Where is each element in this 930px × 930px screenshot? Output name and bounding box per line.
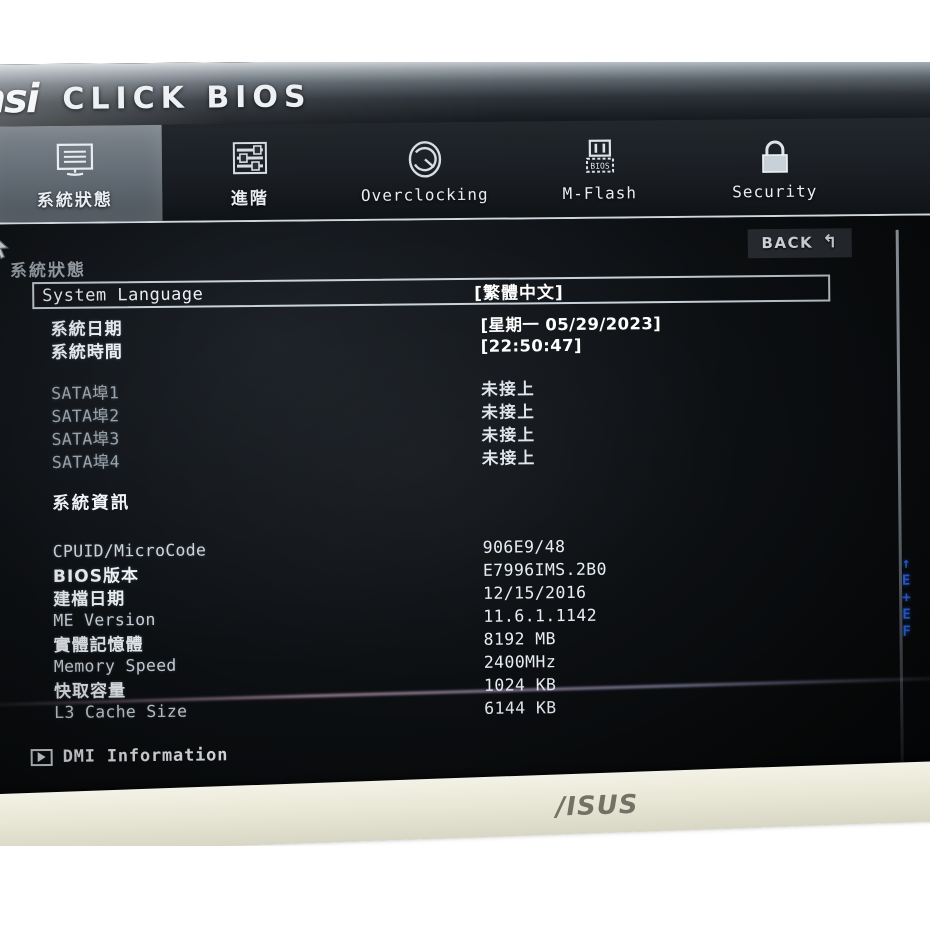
tab-m-flash[interactable]: BIOS M-Flash — [512, 120, 688, 218]
photo-top-white-margin — [0, 0, 930, 62]
bios-screen: msi CLICK BIOS 系統狀態 進階 Overclocking BIOS… — [0, 55, 930, 825]
setting-label: SATA埠4 — [51, 451, 120, 472]
setting-label: ME Version — [53, 609, 156, 630]
back-button-label: BACK — [761, 233, 814, 253]
setting-value: [22:50:47] — [480, 335, 583, 356]
group-sata-ports: SATA埠1 未接上 SATA埠2 未接上 SATA埠3 未接上 SATA埠4 … — [0, 372, 898, 473]
lock-icon — [755, 133, 793, 177]
monitor-screen: msi CLICK BIOS 系統狀態 進階 Overclocking BIOS… — [0, 55, 930, 825]
help-line: E — [902, 606, 911, 623]
photo-bottom-white-margin — [0, 846, 930, 930]
setting-label: 系統日期 — [50, 319, 123, 340]
photograph-of-monitor: msi CLICK BIOS 系統狀態 進階 Overclocking BIOS… — [0, 0, 930, 930]
settings-panel: BACK ↰ 系統狀態 System Language [繁體中文] 系統日期 — [0, 216, 901, 825]
tab-label: 系統狀態 — [36, 189, 113, 211]
settings-content-area: BACK ↰ 系統狀態 System Language [繁體中文] 系統日期 — [0, 215, 930, 825]
setting-value: 12/15/2016 — [483, 582, 587, 603]
setting-value: 6144 KB — [484, 698, 557, 718]
section-title-system-information: 系統資訊 — [52, 493, 131, 514]
setting-value: 906E9/48 — [482, 537, 566, 557]
gauge-icon — [402, 137, 446, 181]
breadcrumb: 系統狀態 — [9, 260, 87, 282]
sliders-icon — [229, 135, 269, 179]
setting-label: Memory Speed — [53, 655, 177, 676]
usb-bios-icon: BIOS — [578, 135, 620, 179]
setting-value: 未接上 — [481, 424, 536, 445]
setting-label: SATA埠1 — [51, 382, 120, 403]
setting-label: SATA埠3 — [51, 428, 120, 449]
setting-label: 實體記憶體 — [53, 635, 144, 656]
tab-security[interactable]: Security — [687, 118, 863, 216]
asus-logo: /ISUS — [555, 789, 640, 823]
back-button[interactable]: BACK ↰ — [747, 228, 852, 259]
setting-label: BIOS版本 — [52, 566, 140, 587]
submenu-arrow-icon — [30, 748, 53, 766]
help-line: ↑ — [901, 555, 911, 572]
submenu-dmi-information[interactable]: DMI Information — [0, 736, 901, 771]
setting-label: 建檔日期 — [53, 589, 126, 610]
setting-value: 未接上 — [481, 378, 536, 399]
setting-label: 快取容量 — [53, 681, 127, 702]
tab-overclocking[interactable]: Overclocking — [337, 122, 513, 220]
tab-label: M-Flash — [562, 182, 638, 203]
tab-advanced[interactable]: 進階 — [162, 123, 338, 221]
svg-text:BIOS: BIOS — [590, 161, 610, 170]
group-date-time: 系統日期 [星期一 05/29/2023] 系統時間 [22:50:47] — [0, 308, 897, 363]
bios-brand-band: msi CLICK BIOS — [0, 55, 930, 127]
help-line: F — [902, 623, 912, 640]
setting-value: [星期一 05/29/2023] — [480, 313, 662, 335]
setting-value: 11.6.1.1142 — [483, 605, 598, 626]
setting-value: [繁體中文] — [474, 283, 564, 304]
tab-label: Security — [732, 181, 818, 201]
help-key-legend-panel: ↑ E + E F — [899, 225, 930, 815]
setting-value: 未接上 — [481, 447, 536, 468]
u-turn-arrow-icon: ↰ — [822, 231, 839, 253]
setting-label: L3 Cache Size — [54, 701, 188, 722]
tab-system-status[interactable]: 系統狀態 — [0, 124, 163, 223]
setting-label: 系統時間 — [50, 342, 123, 363]
setting-value: 2400MHz — [483, 652, 557, 672]
monitor-icon — [54, 137, 94, 181]
main-tab-bar: 系統狀態 進階 Overclocking BIOS M-Flash Securi… — [0, 117, 930, 225]
help-line: + — [902, 589, 911, 606]
tab-label: 進階 — [230, 188, 269, 209]
submenu-label: DMI Information — [62, 745, 229, 767]
setting-value: 8192 MB — [483, 629, 556, 649]
setting-value: E7996IMS.2B0 — [482, 559, 608, 580]
setting-label: System Language — [42, 283, 204, 306]
setting-label: CPUID/MicroCode — [52, 540, 207, 561]
tab-label: Overclocking — [360, 184, 489, 205]
help-line: E — [901, 572, 911, 589]
click-bios-wordmark: CLICK BIOS — [62, 79, 312, 117]
msi-logo: msi — [0, 76, 38, 123]
setting-row-system-language[interactable]: System Language [繁體中文] — [32, 274, 831, 310]
setting-label: SATA埠2 — [51, 405, 120, 426]
setting-value: 未接上 — [481, 401, 536, 422]
group-system-information: 系統資訊 CPUID/MicroCode 906E9/48 BIOS版本 E79… — [0, 482, 900, 725]
